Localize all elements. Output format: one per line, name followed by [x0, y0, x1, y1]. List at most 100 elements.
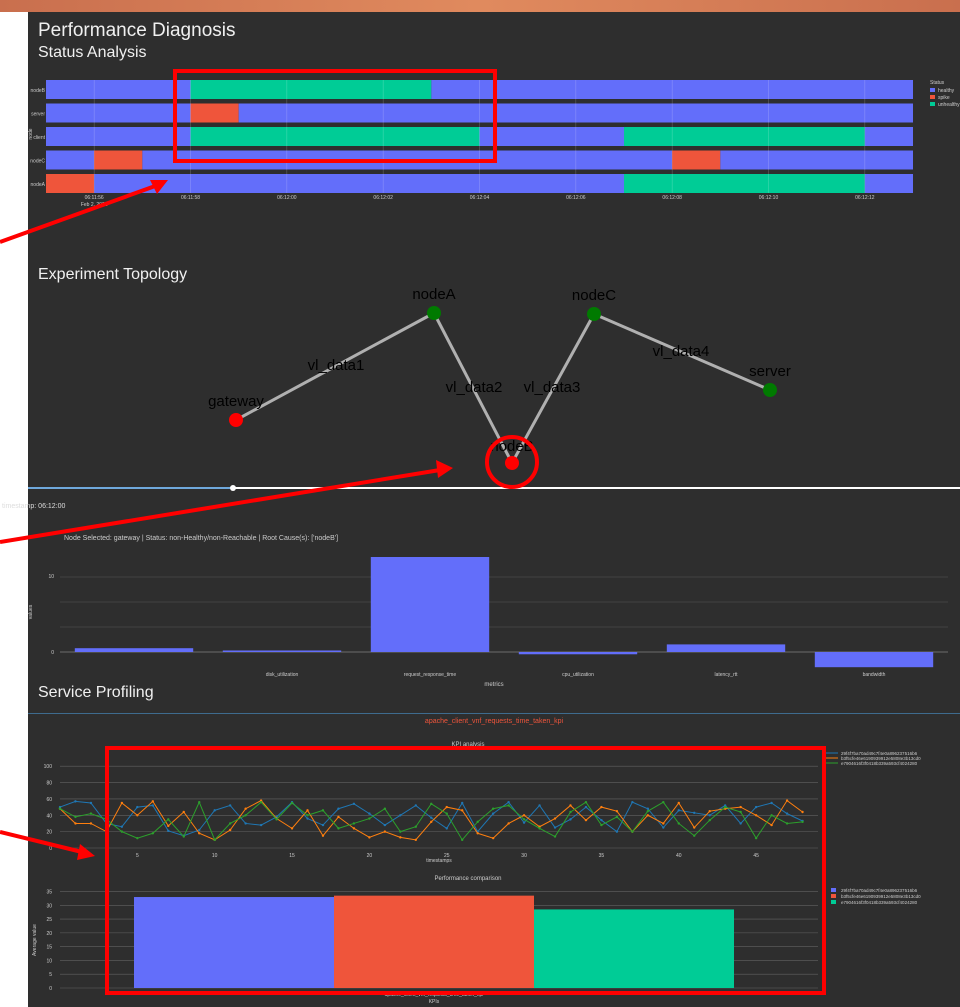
link-label-vl_data3: vl_data3 — [524, 379, 581, 396]
metrics-bar — [370, 557, 490, 652]
metrics-y-axis-label: values — [28, 604, 34, 619]
kpi-point — [167, 829, 170, 833]
node-label-nodeA: nodeA — [412, 286, 455, 303]
kpi-y-tick: 0 — [49, 846, 52, 852]
kpi-point — [198, 828, 201, 832]
gantt-row-label: nodeA — [31, 182, 46, 188]
kpi-point — [461, 809, 464, 812]
perf-legend-swatch — [831, 900, 836, 904]
kpi-point — [538, 804, 541, 807]
kpi-point — [507, 800, 510, 804]
kpi-point — [739, 810, 742, 814]
status-segment-spike — [672, 150, 721, 170]
status-segment-spike — [94, 150, 143, 170]
metrics-bar — [222, 650, 342, 652]
metrics-y-tick: 10 — [48, 574, 54, 580]
kpi-point — [275, 818, 278, 821]
kpi-x-axis-label: timestamps — [426, 858, 452, 864]
perf-legend-swatch — [831, 888, 836, 892]
kpi-point — [677, 809, 680, 812]
link-label-vl_data1: vl_data1 — [308, 357, 365, 374]
status-segment-healthy — [94, 174, 624, 193]
kpi-point — [785, 822, 789, 825]
node-label-server: server — [749, 363, 791, 380]
gantt-date-label: Feb 2, 2021 — [81, 202, 108, 208]
kpi-point — [785, 799, 789, 802]
status-gantt-chart: nodeB server client nodeC nodeA 06:11:56 06:11… — [28, 80, 960, 208]
kpi-point — [399, 814, 402, 817]
status-segment-healthy — [864, 174, 913, 193]
kpi-point — [290, 827, 294, 830]
timestamp-slider[interactable] — [28, 484, 960, 494]
performance-comparison-chart: Performance comparison 0 5 10 15 20 25 30 35 Aver… — [32, 876, 921, 1005]
kpi-point — [383, 823, 387, 827]
gantt-time-tick: 06:12:08 — [662, 195, 682, 201]
kpi-point — [553, 817, 557, 820]
perf-y-axis-label: Average value — [32, 924, 38, 956]
perf-y-tick: 5 — [49, 972, 52, 978]
kpi-point — [754, 836, 758, 840]
kpi-point — [507, 822, 510, 825]
slider-fill — [28, 487, 234, 489]
kpi-point — [58, 807, 62, 810]
kpi-x-tick: 45 — [753, 853, 759, 859]
slider-handle[interactable] — [230, 485, 237, 491]
topology-node-nodeC — [587, 307, 601, 321]
perf-bar — [534, 909, 734, 988]
kpi-point — [522, 814, 526, 817]
link-label-vl_data4: vl_data4 — [653, 343, 710, 360]
kpi-point — [306, 817, 309, 820]
kpi-point — [136, 805, 139, 809]
gantt-time-tick: 06:12:02 — [373, 195, 393, 201]
metrics-x-axis-label: metrics — [484, 682, 503, 688]
status-segment-healthy — [46, 150, 95, 170]
kpi-x-tick: 35 — [599, 853, 605, 859]
kpi-point — [445, 805, 448, 809]
status-segment-spike — [190, 103, 239, 123]
legend-label-unhealthy: unhealthy — [938, 102, 960, 108]
kpi-point — [136, 814, 139, 817]
kpi-point — [105, 830, 108, 833]
legend-swatch — [930, 102, 935, 106]
kpi-point — [198, 832, 201, 835]
kpi-point — [74, 822, 77, 825]
kpi-series-line — [59, 799, 803, 841]
kpi-point — [677, 801, 680, 805]
kpi-point — [337, 815, 340, 819]
kpi-point — [476, 820, 479, 824]
kpi-point — [74, 800, 77, 803]
kpi-dropdown[interactable]: apache_client_vnf_requests_time_taken_kp… — [28, 713, 960, 732]
kpi-point — [584, 818, 588, 822]
kpi-point — [522, 818, 526, 821]
legend-label-healthy: healthy — [938, 88, 955, 94]
topology-node-server — [763, 383, 777, 397]
perf-y-tick: 35 — [46, 890, 52, 896]
kpi-point — [414, 838, 417, 842]
topology-node-nodeA — [427, 306, 441, 320]
kpi-point — [321, 834, 325, 837]
kpi-point — [244, 822, 247, 825]
kpi-point — [708, 809, 711, 813]
status-segment-healthy — [864, 127, 913, 146]
perf-legend-label: 29f4f7ba70ad49c7f4e0a896237516b6 — [841, 888, 918, 893]
gantt-row-label: server — [31, 112, 45, 118]
page-title: Performance Diagnosis — [38, 20, 236, 41]
kpi-point — [151, 800, 155, 803]
perf-legend-swatch — [831, 894, 836, 898]
kpi-y-tick: 40 — [46, 813, 52, 819]
topology-node-gateway — [229, 413, 243, 427]
kpi-point — [120, 801, 124, 805]
kpi-point — [662, 800, 665, 804]
kpi-point — [352, 822, 356, 825]
perf-y-tick: 10 — [46, 958, 52, 964]
kpi-point — [801, 820, 804, 824]
kpi-point — [754, 805, 758, 809]
kpi-point — [476, 832, 479, 835]
kpi-point — [368, 836, 371, 839]
kpi-point — [306, 814, 309, 817]
gantt-time-tick: 06:12:00 — [277, 195, 297, 201]
gantt-time-tick: 06:11:56 — [85, 195, 104, 201]
kpi-point — [151, 832, 155, 835]
kpi-point — [105, 822, 108, 825]
kpi-point — [399, 836, 402, 839]
